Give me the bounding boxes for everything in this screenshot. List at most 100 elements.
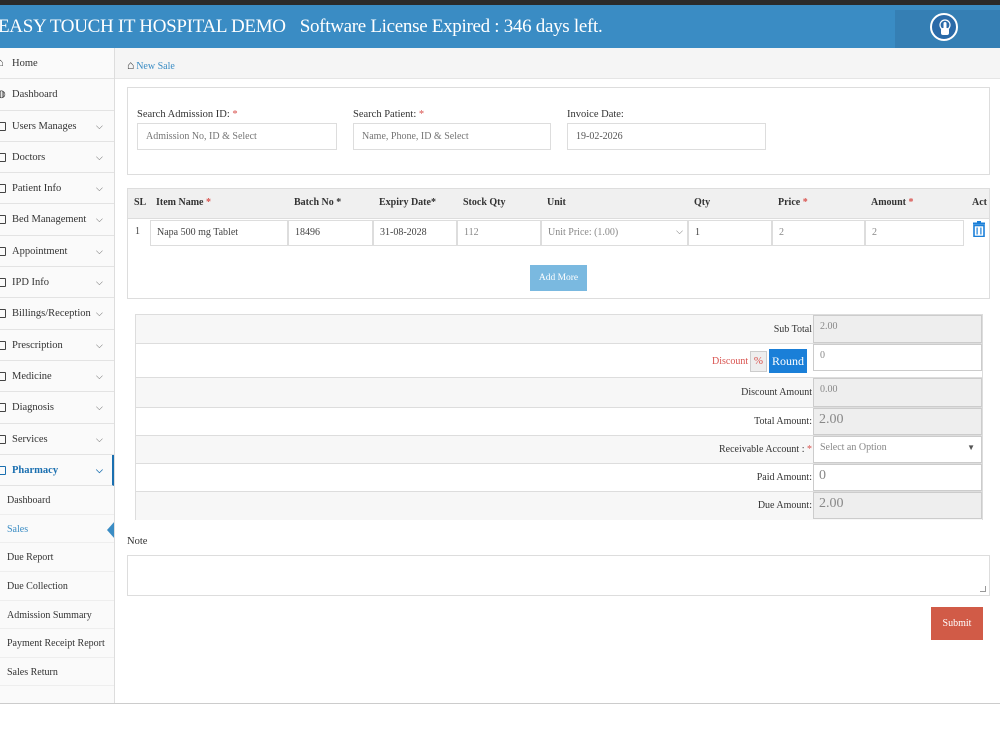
sub-total-row: Sub Total 2.00 — [136, 315, 982, 344]
chevron-down-icon: ⌵ — [96, 370, 103, 381]
submit-button[interactable]: Submit — [931, 607, 983, 640]
sidebar-sub-sales-return[interactable]: Sales Return — [0, 658, 114, 687]
stock-qty-input: 112 — [457, 220, 541, 246]
expiry-date-input[interactable]: 31-08-2028 — [373, 220, 457, 246]
sidebar-item-patient-info[interactable]: Patient Info ⌵ — [0, 173, 114, 205]
resize-handle-icon[interactable] — [980, 586, 986, 592]
add-more-button[interactable]: Add More — [530, 265, 587, 291]
breadcrumb[interactable]: ⌂ New Sale — [127, 58, 175, 73]
dashboard-icon: ◍ — [0, 79, 6, 110]
unit-select[interactable]: Unit Price: (1.00) ⌵ — [541, 220, 688, 246]
item-name-input[interactable]: Napa 500 mg Tablet — [150, 220, 288, 246]
checkbox-icon — [0, 152, 6, 162]
sidebar-item-bed-management[interactable]: Bed Management ⌵ — [0, 204, 114, 236]
checkbox-icon — [0, 184, 6, 194]
checkbox-icon — [0, 121, 6, 131]
search-panel: Search Admission ID: * Search Patient: *… — [127, 87, 990, 175]
sidebar-item-label: Patient Info — [12, 183, 62, 195]
col-item-name-text: Item Name — [156, 197, 204, 208]
receivable-account-label-text: Receivable Account : — [718, 444, 805, 455]
home-icon: ⌂ — [127, 58, 135, 72]
sidebar-item-dashboard[interactable]: ◍ Dashboard — [0, 79, 114, 111]
patient-search-input[interactable] — [353, 123, 551, 150]
note-label: Note — [127, 536, 148, 547]
sidebar-sub-due-report[interactable]: Due Report — [0, 543, 114, 572]
col-sl: SL — [134, 197, 147, 208]
sidebar-item-prescription[interactable]: Prescription ⌵ — [0, 330, 114, 361]
checkbox-icon — [0, 371, 6, 381]
percent-toggle-button[interactable]: % — [750, 351, 767, 372]
sidebar-sub-due-collection[interactable]: Due Collection — [0, 572, 114, 601]
unit-select-value: Unit Price: (1.00) — [548, 227, 619, 238]
required-mark: * — [336, 197, 342, 208]
total-amount-field: 2.00 — [813, 408, 982, 435]
sidebar-sub-payment-receipt-report[interactable]: Payment Receipt Report — [0, 629, 114, 658]
license-status: Software License Expired : 346 days left… — [299, 16, 603, 37]
sidebar-item-label: Appointment — [12, 245, 68, 257]
sidebar-item-appointment[interactable]: Appointment ⌵ — [0, 236, 114, 268]
col-price-text: Price — [778, 197, 801, 208]
chevron-down-icon: ⌵ — [96, 214, 103, 225]
invoice-date-label: Invoice Date: — [567, 109, 624, 120]
col-amount-text: Amount — [871, 197, 907, 208]
sidebar-item-home[interactable]: ⌂ Home — [0, 48, 114, 80]
sidebar-item-pharmacy[interactable]: Pharmacy ⌵ — [0, 454, 114, 487]
checkbox-icon — [0, 215, 6, 225]
sidebar-sub-dashboard[interactable]: Dashboard — [0, 486, 114, 515]
sidebar-item-medicine[interactable]: Medicine ⌵ — [0, 361, 114, 393]
sidebar-item-label: Bed Management — [12, 214, 87, 226]
batch-no-input[interactable]: 18496 — [288, 220, 373, 246]
sidebar-item-label: Medicine — [12, 370, 52, 382]
sidebar-sub-admission-summary[interactable]: Admission Summary — [0, 601, 114, 630]
sub-total-field: 2.00 — [813, 315, 982, 343]
note-textarea[interactable] — [127, 555, 990, 596]
chevron-down-icon: ⌵ — [96, 402, 103, 413]
checkbox-icon — [0, 465, 6, 475]
round-button[interactable]: Round — [769, 349, 807, 373]
receivable-account-label: Receivable Account : * — [719, 444, 812, 455]
checkbox-icon — [0, 434, 6, 444]
price-input[interactable]: 2 — [772, 220, 865, 246]
chevron-down-icon: ⌵ — [96, 183, 103, 194]
due-amount-row: Due Amount: 2.00 — [136, 492, 982, 520]
col-expiry-date: Expiry Date* — [379, 197, 436, 208]
breadcrumb-label: New Sale — [136, 61, 175, 72]
chevron-down-icon: ⌵ — [96, 339, 103, 350]
sidebar-item-services[interactable]: Services ⌵ — [0, 424, 114, 455]
chevron-down-icon: ⌵ — [96, 464, 103, 475]
sidebar-item-doctors[interactable]: Doctors ⌵ — [0, 142, 114, 174]
discount-amount-label: Discount Amount — [741, 387, 812, 398]
sidebar-item-label: Home — [12, 58, 38, 69]
paid-amount-input[interactable]: 0 — [813, 464, 982, 491]
chevron-down-icon: ⌵ — [96, 433, 103, 444]
sidebar-item-diagnosis[interactable]: Diagnosis ⌵ — [0, 392, 114, 424]
sidebar-item-billings-reception[interactable]: Billings/Reception ⌵ — [0, 298, 114, 330]
required-mark: * — [205, 197, 211, 208]
sidebar-item-label: Diagnosis — [12, 402, 54, 414]
discount-input[interactable]: 0 — [813, 344, 982, 371]
sidebar: ⌂ Home ◍ Dashboard Users Manages ⌵ Docto… — [0, 48, 115, 703]
qty-input[interactable]: 1 — [688, 220, 772, 246]
hand-touch-icon[interactable] — [930, 13, 958, 41]
trash-icon[interactable] — [973, 221, 985, 238]
receivable-account-select[interactable]: Select an Option ▼ — [813, 436, 982, 463]
required-mark: * — [418, 109, 425, 120]
sidebar-item-ipd-info[interactable]: IPD Info ⌵ — [0, 267, 114, 299]
due-amount-label: Due Amount: — [757, 500, 812, 511]
col-amount: Amount * — [871, 197, 914, 208]
col-qty: Qty — [694, 197, 711, 208]
total-amount-row: Total Amount: 2.00 — [136, 408, 982, 436]
invoice-date-input[interactable] — [567, 123, 766, 150]
top-header-bar: EASY TOUCH IT HOSPITAL DEMO Software Lice… — [0, 0, 1000, 48]
col-batch-no-text: Batch No — [294, 197, 334, 208]
checkbox-icon — [0, 403, 6, 413]
chevron-down-icon: ⌵ — [96, 245, 103, 256]
paid-amount-label: Paid Amount: — [756, 472, 812, 483]
chevron-down-icon: ⌵ — [96, 151, 103, 162]
total-amount-label: Total Amount: — [754, 416, 812, 427]
admission-search-input[interactable] — [137, 123, 337, 150]
sidebar-item-users-manages[interactable]: Users Manages ⌵ — [0, 111, 114, 142]
sidebar-sub-sales[interactable]: Sales — [0, 515, 114, 544]
caret-down-icon: ▼ — [967, 443, 975, 452]
totals-summary: Sub Total 2.00 Discount % Round 0 Discou… — [135, 314, 983, 520]
